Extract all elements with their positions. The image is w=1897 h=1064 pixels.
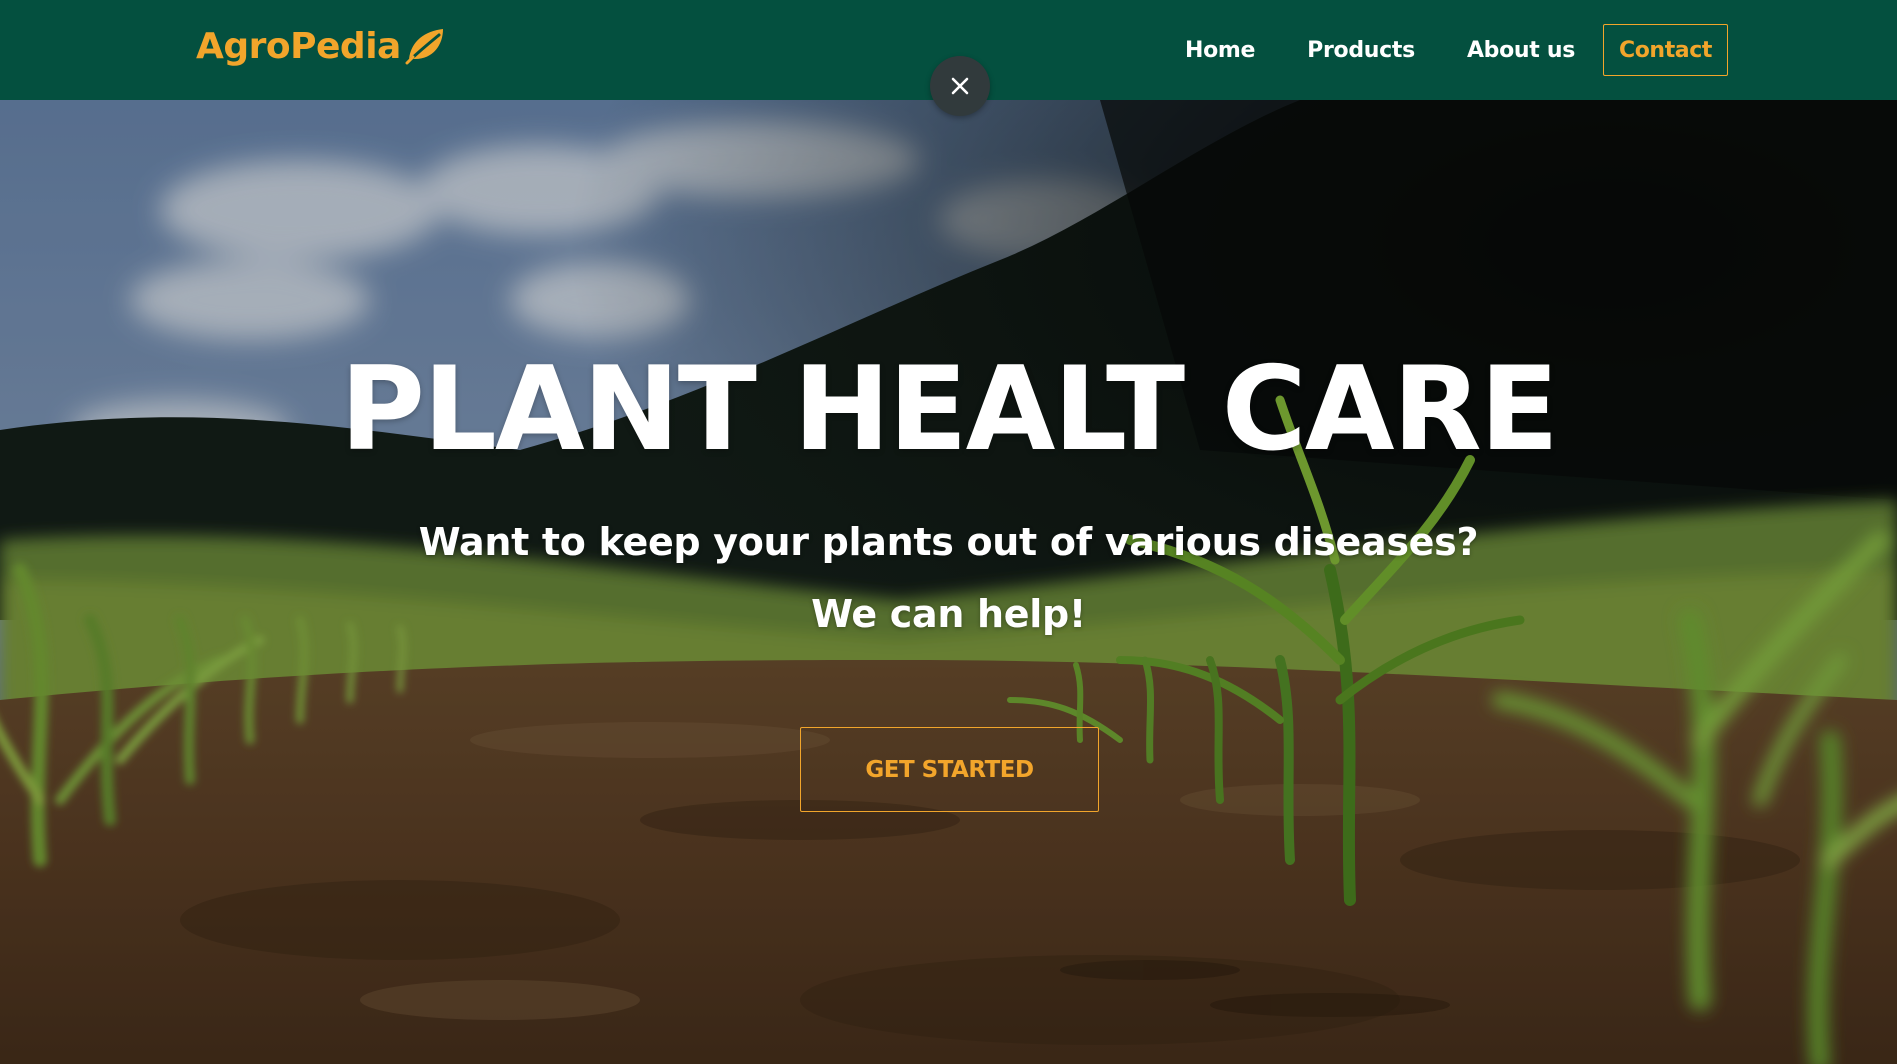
close-icon — [951, 77, 969, 95]
nav-item-about-us[interactable]: About us — [1467, 38, 1575, 63]
nav-item-home[interactable]: Home — [1185, 38, 1255, 63]
nav-item-products[interactable]: Products — [1307, 38, 1415, 63]
hero-overlay — [0, 100, 1897, 1064]
get-started-button[interactable]: GET STARTED — [800, 727, 1099, 812]
leaf-icon — [403, 25, 447, 65]
page: AgroPedia Home Products About us Contact — [0, 0, 1897, 1064]
hero-subtitle: Want to keep your plants out of various … — [418, 520, 1479, 564]
hero-title: PLANT HEALT CARE — [339, 342, 1559, 477]
hero-section: PLANT HEALT CARE Want to keep your plant… — [0, 100, 1897, 1064]
close-button[interactable] — [930, 56, 990, 116]
hero-subtitle-secondary: We can help! — [811, 592, 1086, 636]
brand-logo[interactable]: AgroPedia — [196, 26, 447, 67]
brand-name: AgroPedia — [196, 26, 401, 67]
contact-button[interactable]: Contact — [1603, 24, 1728, 76]
nav-menu: Home Products About us — [1185, 0, 1575, 100]
